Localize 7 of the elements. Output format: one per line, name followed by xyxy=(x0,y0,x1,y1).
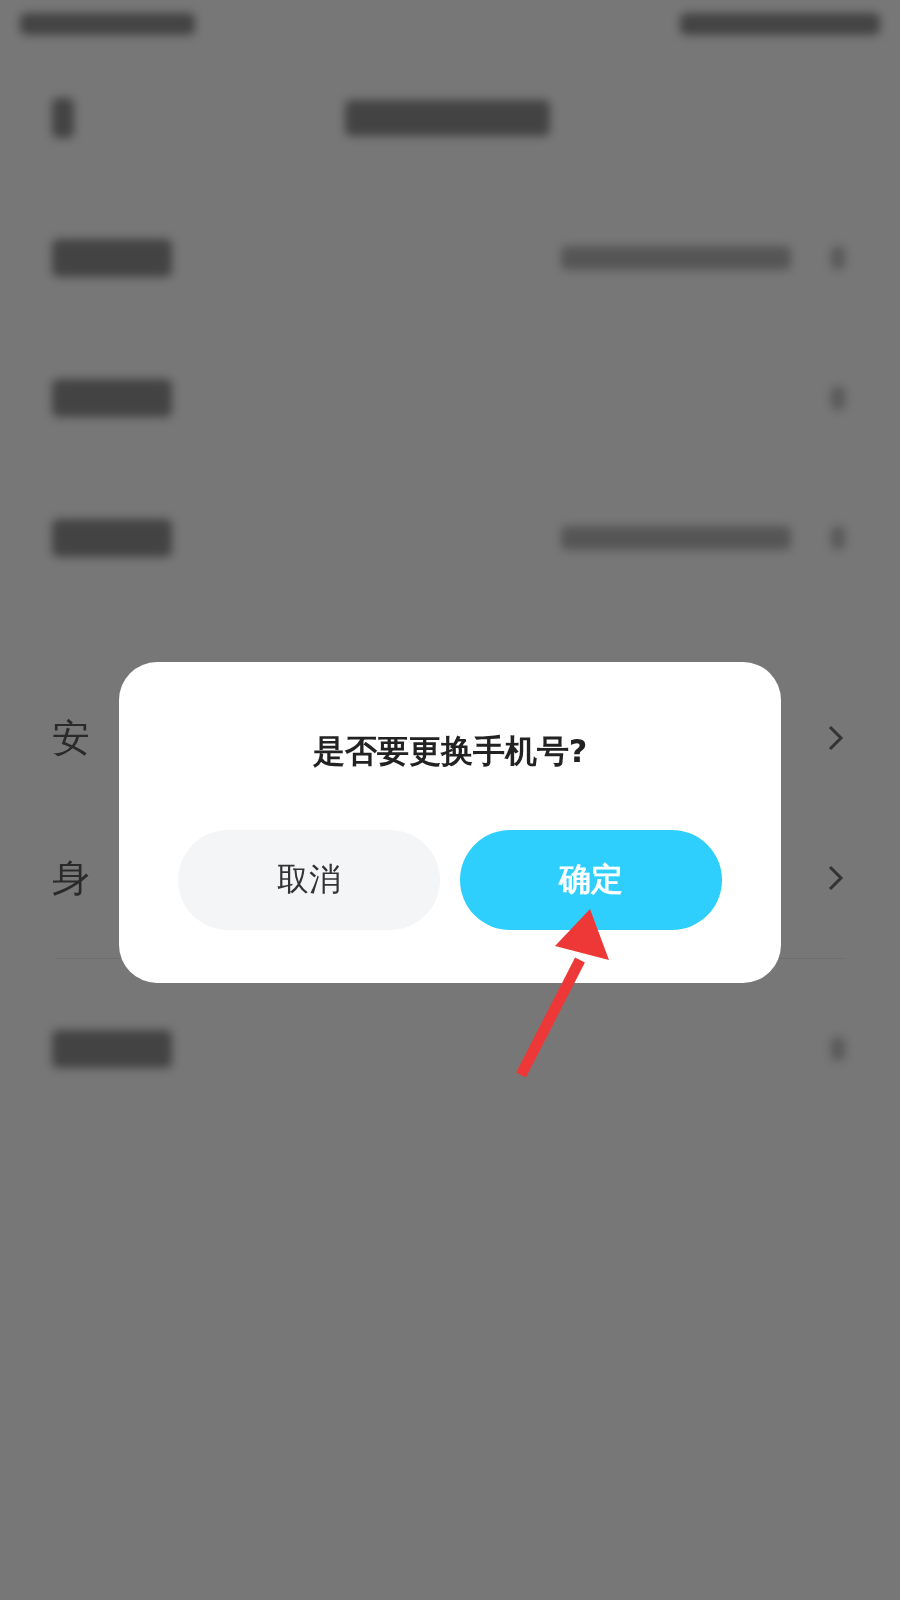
blurred-back-icon xyxy=(52,98,74,138)
row-label: 安 xyxy=(52,714,90,762)
dialog-title: 是否要更换手机号? xyxy=(312,731,588,772)
chevron-right-icon xyxy=(827,724,845,752)
row-label: 身 xyxy=(52,854,90,902)
chevron-right-icon xyxy=(827,864,845,892)
cancel-button[interactable]: 取消 xyxy=(178,830,440,930)
